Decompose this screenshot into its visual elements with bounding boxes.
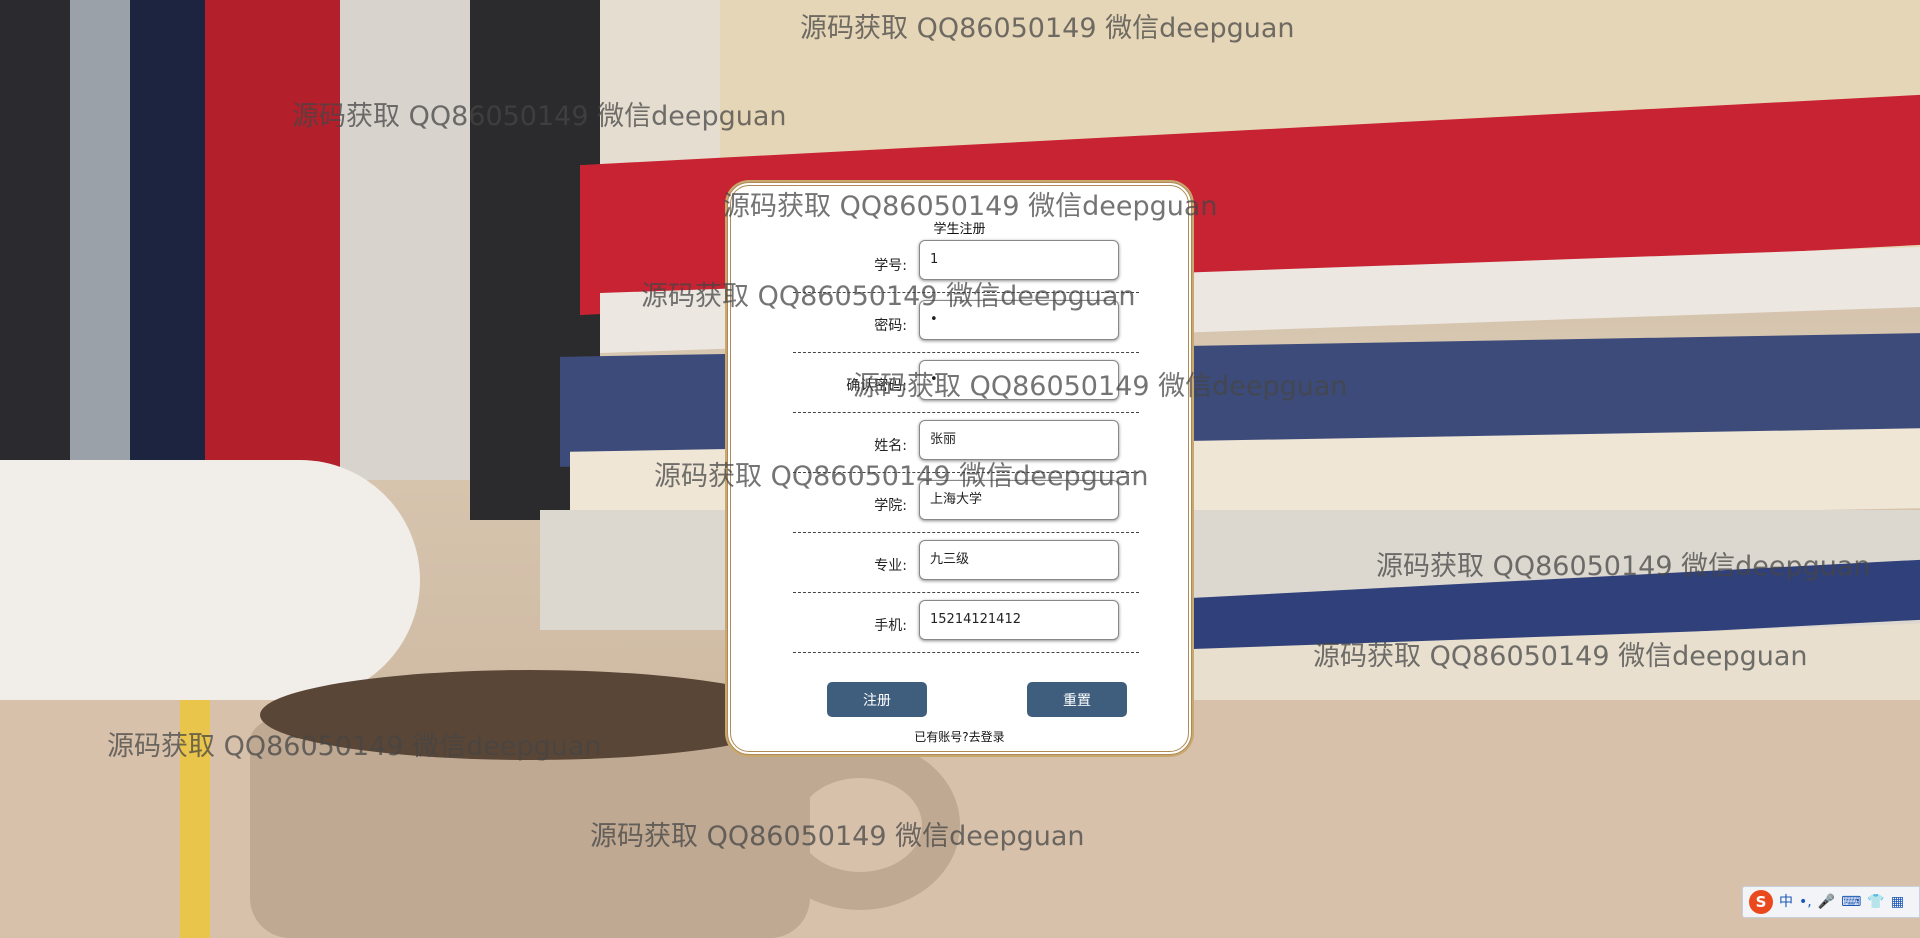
form-row-student-id: 学号: 1	[793, 232, 1139, 293]
skin-icon[interactable]: 👕	[1867, 892, 1884, 912]
form-row-confirm-password: 确认密码: •	[793, 352, 1139, 413]
form-row-major: 专业: 九三级	[793, 532, 1139, 593]
student-id-label: 学号:	[874, 258, 907, 274]
major-label: 专业:	[874, 558, 907, 574]
name-input[interactable]: 张丽	[919, 420, 1119, 460]
microphone-icon[interactable]: 🎤	[1818, 892, 1835, 912]
phone-label: 手机:	[874, 618, 907, 634]
login-prompt: 已有账号?	[914, 730, 969, 744]
form-row-phone: 手机: 15214121412	[793, 592, 1139, 653]
reset-button[interactable]: 重置	[1027, 682, 1127, 717]
login-link-row: 已有账号?去登录	[731, 728, 1188, 745]
form-row-name: 姓名: 张丽	[793, 412, 1139, 473]
ime-punct-toggle[interactable]: •,	[1799, 892, 1812, 912]
register-button[interactable]: 注册	[827, 682, 927, 717]
password-input[interactable]: •	[919, 300, 1119, 340]
major-input[interactable]: 九三级	[919, 540, 1119, 580]
confirm-password-input[interactable]: •	[919, 360, 1119, 400]
keyboard-icon[interactable]: ⌨	[1841, 892, 1861, 912]
background-book	[70, 0, 130, 460]
confirm-password-label: 确认密码:	[846, 378, 907, 394]
student-id-input[interactable]: 1	[919, 240, 1119, 280]
form-row-password: 密码: •	[793, 292, 1139, 353]
phone-input[interactable]: 15214121412	[919, 600, 1119, 640]
background-pencil	[180, 700, 210, 938]
register-panel: 学生注册 学号: 1 密码: • 确认密码: • 姓名: 张丽 学院: 上海大学…	[727, 182, 1192, 755]
college-input[interactable]: 上海大学	[919, 480, 1119, 520]
college-label: 学院:	[874, 498, 907, 514]
background-book	[0, 0, 70, 460]
password-label: 密码:	[874, 318, 907, 334]
background-book	[130, 0, 205, 460]
login-link[interactable]: 去登录	[969, 730, 1005, 744]
ime-toolbar: S 中 •, 🎤 ⌨ 👕 ▦	[1742, 886, 1920, 918]
form-row-college: 学院: 上海大学	[793, 472, 1139, 533]
sogou-logo-icon[interactable]: S	[1749, 890, 1773, 914]
toolbox-icon[interactable]: ▦	[1891, 892, 1904, 912]
name-label: 姓名:	[874, 438, 907, 454]
background-book	[340, 0, 470, 480]
ime-mode-toggle[interactable]: 中	[1779, 892, 1793, 912]
background-cup-rim	[260, 670, 800, 760]
background-book	[205, 0, 340, 470]
background-paper-roll	[0, 460, 420, 700]
